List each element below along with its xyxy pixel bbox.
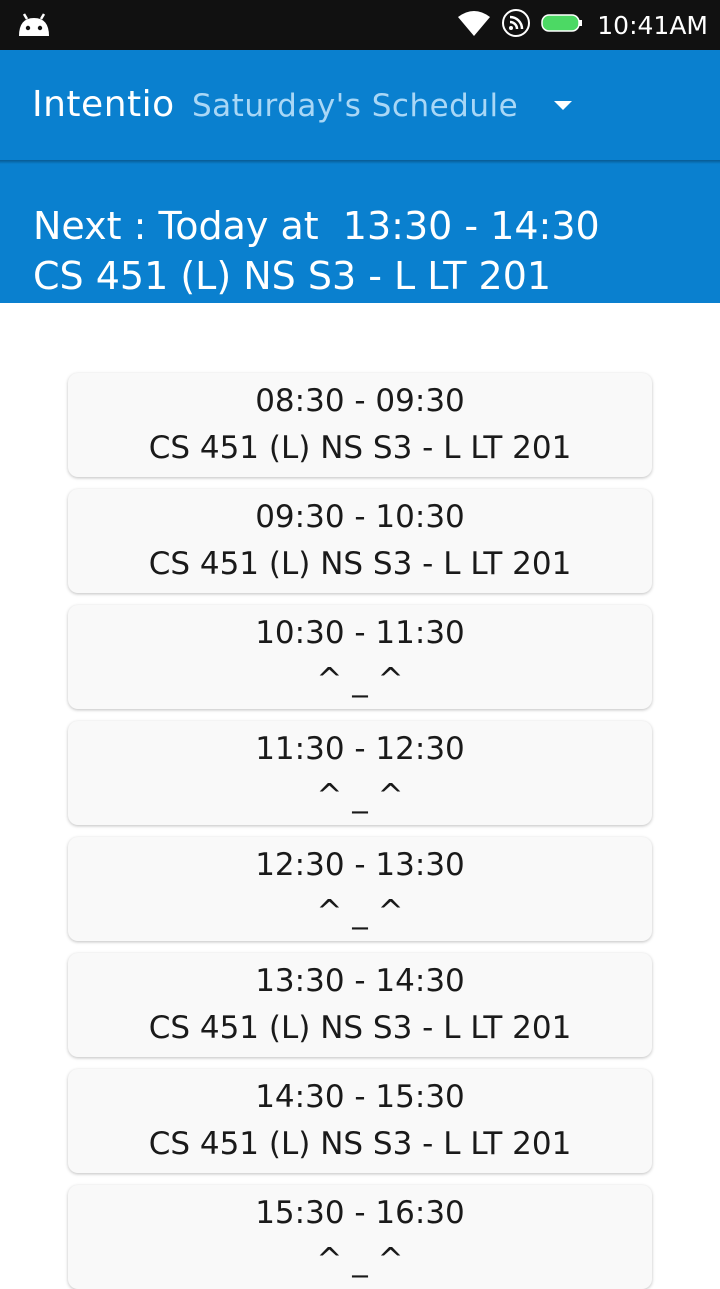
slot-time: 09:30 - 10:30 (255, 499, 465, 535)
schedule-slot[interactable]: 08:30 - 09:30 CS 451 (L) NS S3 - L LT 20… (68, 373, 652, 477)
schedule-slot[interactable]: 10:30 - 11:30 ^ _ ^ (68, 605, 652, 709)
cast-icon (501, 8, 531, 42)
slot-time: 10:30 - 11:30 (255, 615, 465, 651)
slot-course: CS 451 (L) NS S3 - L LT 201 (148, 430, 572, 466)
schedule-dropdown[interactable]: Saturday's Schedule (192, 76, 592, 136)
schedule-list[interactable]: 08:30 - 09:30 CS 451 (L) NS S3 - L LT 20… (0, 303, 720, 1289)
schedule-slot[interactable]: 11:30 - 12:30 ^ _ ^ (68, 721, 652, 825)
slot-course: ^ _ ^ (316, 662, 404, 698)
app-bar: Intentio Saturday's Schedule (0, 50, 720, 162)
next-class-time: Next : Today at 13:30 - 14:30 (33, 204, 600, 248)
wifi-icon (457, 9, 491, 41)
slot-time: 14:30 - 15:30 (255, 1079, 465, 1115)
schedule-slot[interactable]: 13:30 - 14:30 CS 451 (L) NS S3 - L LT 20… (68, 953, 652, 1057)
schedule-dropdown-label: Saturday's Schedule (192, 88, 519, 124)
slot-time: 12:30 - 13:30 (255, 847, 465, 883)
schedule-slot[interactable]: 12:30 - 13:30 ^ _ ^ (68, 837, 652, 941)
schedule-slot[interactable]: 09:30 - 10:30 CS 451 (L) NS S3 - L LT 20… (68, 489, 652, 593)
slot-course: CS 451 (L) NS S3 - L LT 201 (148, 1010, 572, 1046)
slot-course: ^ _ ^ (316, 894, 404, 930)
slot-time: 13:30 - 14:30 (255, 963, 465, 999)
slot-time: 11:30 - 12:30 (255, 731, 465, 767)
next-class-course: CS 451 (L) NS S3 - L LT 201 (33, 254, 552, 298)
battery-icon (541, 12, 583, 38)
slot-course: CS 451 (L) NS S3 - L LT 201 (148, 546, 572, 582)
slot-time: 08:30 - 09:30 (255, 383, 465, 419)
android-icon (16, 10, 52, 42)
slot-course: ^ _ ^ (316, 1242, 404, 1278)
status-bar: 10:41AM (0, 0, 720, 50)
schedule-slot[interactable]: 15:30 - 16:30 ^ _ ^ (68, 1185, 652, 1289)
clock: 10:41AM (597, 10, 708, 40)
slot-time: 15:30 - 16:30 (255, 1195, 465, 1231)
schedule-slot[interactable]: 14:30 - 15:30 CS 451 (L) NS S3 - L LT 20… (68, 1069, 652, 1173)
chevron-down-icon (554, 101, 572, 110)
next-class-panel: Next : Today at 13:30 - 14:30 CS 451 (L)… (0, 164, 720, 303)
slot-course: CS 451 (L) NS S3 - L LT 201 (148, 1126, 572, 1162)
app-title: Intentio (32, 84, 175, 125)
slot-course: ^ _ ^ (316, 778, 404, 814)
status-icons: 10:41AM (457, 0, 708, 50)
